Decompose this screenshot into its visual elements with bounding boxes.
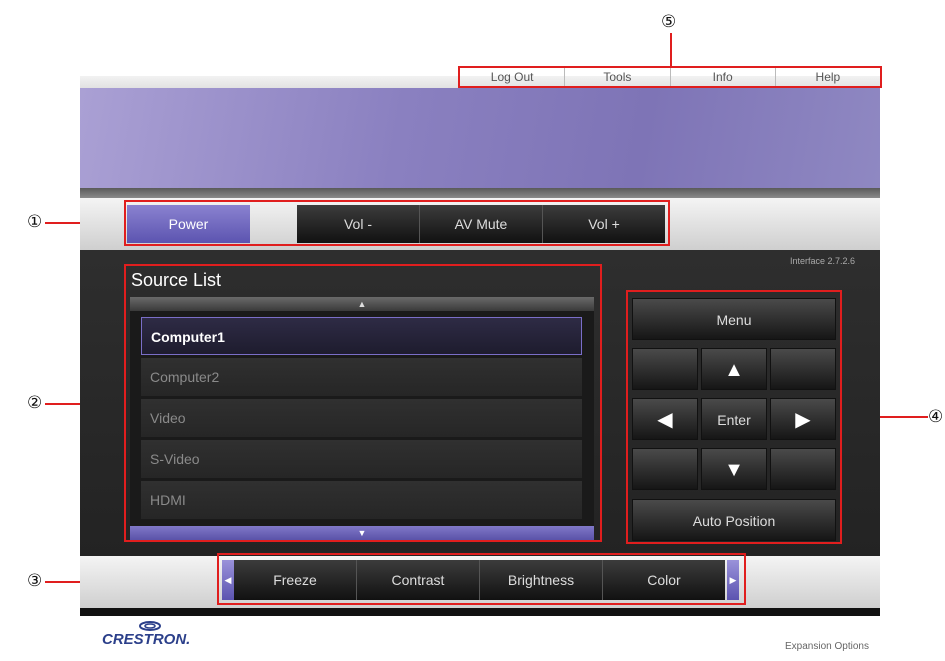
highlight-top-nav [458, 66, 882, 88]
callout-two: ② [27, 393, 43, 413]
interface-version: Interface 2.7.2.6 [790, 256, 856, 266]
highlight-expansion-bar [217, 553, 746, 605]
logo-text: CRESTRON. [102, 631, 190, 648]
footer-strip [80, 608, 880, 616]
highlight-nav-pad [626, 290, 842, 544]
banner-divider [80, 188, 880, 198]
header-banner [80, 88, 880, 188]
highlight-source-list [124, 264, 602, 542]
highlight-control-bar [124, 200, 670, 246]
callout-four: ④ [928, 407, 944, 427]
callout-five: ⑤ [661, 12, 677, 32]
callout-three: ③ [27, 571, 43, 591]
crestron-logo-icon: CRESTRON. [100, 618, 210, 656]
expansion-options-link[interactable]: Expansion Options [785, 641, 869, 652]
callout-five-line [670, 33, 672, 67]
callout-one: ① [27, 212, 43, 232]
